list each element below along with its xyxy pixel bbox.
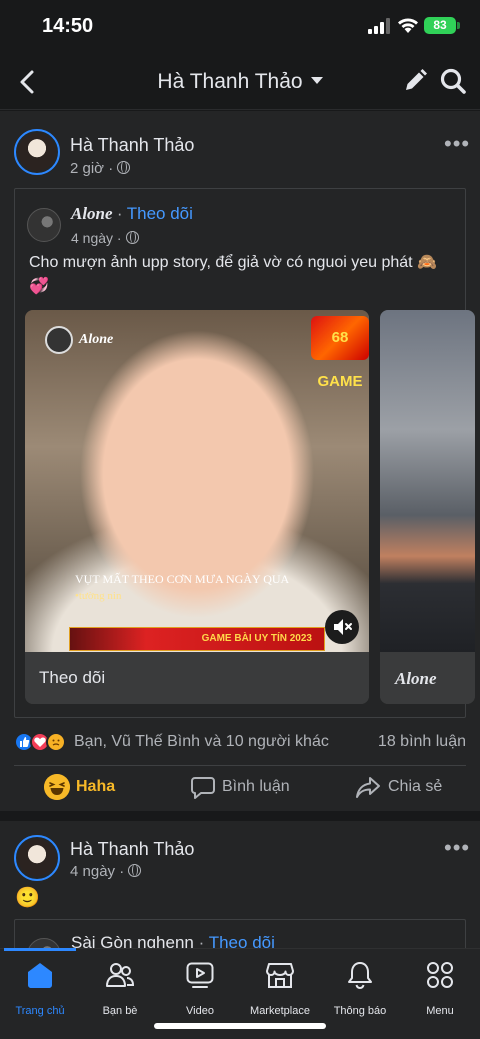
watermark-avatar — [45, 326, 73, 354]
post-time: 2 giờ — [70, 160, 105, 177]
shared-post-time: 4 ngày — [71, 230, 114, 246]
story-card[interactable]: Alone — [380, 310, 475, 704]
pencil-icon[interactable] — [402, 68, 428, 94]
battery-cap — [457, 22, 460, 29]
story-card-footer[interactable]: Alone — [380, 652, 475, 704]
story-author-name[interactable]: Alone — [395, 669, 437, 689]
more-options-icon[interactable]: ••• — [444, 131, 470, 157]
comment-bubble-icon — [191, 777, 215, 799]
divider — [14, 765, 466, 766]
story-card[interactable]: Alone 68 GAME VỤT MẤT THEO CƠN MƯA NGÀY … — [25, 310, 369, 704]
post-text-emoji: 🙂 — [15, 887, 40, 909]
post-author-name[interactable]: Hà Thanh Thảo — [70, 839, 194, 860]
shared-post-meta: 4 ngày · — [71, 230, 139, 246]
haha-emoji-icon — [44, 774, 70, 800]
tab-label: Video — [186, 1005, 214, 1017]
tab-label: Trang chủ — [15, 1005, 65, 1017]
shared-author-avatar[interactable] — [27, 208, 61, 242]
share-button[interactable]: Chia sẻ — [355, 773, 455, 803]
active-tab-indicator — [4, 948, 76, 951]
top-nav: Hà Thanh Thảo — [0, 54, 480, 110]
haha-button[interactable]: Haha — [44, 773, 154, 803]
tab-label: Bạn bè — [102, 1005, 138, 1017]
caret-down-icon — [310, 77, 323, 84]
status-time: 14:50 — [42, 15, 94, 37]
video-icon — [186, 962, 214, 988]
tab-menu[interactable]: Menu — [400, 959, 480, 1019]
battery-indicator: 83 — [424, 17, 456, 34]
profile-title: Hà Thanh Thảo — [157, 70, 303, 93]
watermark-name: Alone — [79, 332, 114, 347]
home-icon — [28, 963, 52, 988]
post-meta: 2 giờ · — [70, 160, 131, 177]
globe-icon — [125, 231, 139, 244]
tab-notifications[interactable]: Thông báo — [320, 959, 400, 1019]
image-caption: VỤT MẤT THEO CƠN MƯA NGÀY QUA — [75, 572, 290, 586]
ad-banner: GAME BÀI UY TÍN 2023 — [69, 627, 325, 651]
share-label: Chia sẻ — [388, 778, 443, 795]
speaker-muted-icon — [334, 619, 352, 635]
shared-post-text: Cho mượn ảnh upp story, để giả vờ có ngu… — [29, 254, 437, 295]
comment-count[interactable]: 18 bình luận — [378, 733, 466, 751]
comment-label: Bình luận — [222, 778, 290, 795]
tab-friends[interactable]: Bạn bè — [80, 959, 160, 1019]
status-bar: 14:50 83 — [0, 0, 480, 54]
post-author-name[interactable]: Hà Thanh Thảo — [70, 135, 194, 156]
story-image[interactable]: Alone 68 GAME VỤT MẤT THEO CƠN MƯA NGÀY … — [25, 310, 369, 652]
share-arrow-icon — [356, 777, 380, 798]
shared-author-header: Alone · Theo dõi — [71, 204, 193, 224]
comment-button[interactable]: Bình luận — [190, 773, 310, 803]
reaction-summary[interactable]: Bạn, Vũ Thế Bình và 10 người khác — [74, 733, 329, 751]
haha-label: Haha — [76, 778, 116, 795]
post-card: Hà Thanh Thảo 4 ngày · ••• 🙂 Sài Gòn ngh… — [0, 821, 480, 972]
shared-post[interactable]: Alone · Theo dõi 4 ngày · Cho mượn ảnh u… — [14, 188, 475, 718]
bell-icon — [348, 962, 372, 989]
tab-video[interactable]: Video — [160, 959, 240, 1019]
home-indicator — [154, 1023, 326, 1029]
author-avatar[interactable] — [14, 835, 60, 881]
signal-icon — [368, 18, 390, 34]
follow-button[interactable]: Theo dõi — [39, 668, 105, 688]
care-reaction-icon — [46, 732, 66, 752]
tab-marketplace[interactable]: Marketplace — [240, 959, 320, 1019]
game-logo-badge: 68 GAME — [311, 316, 369, 390]
post-card: Hà Thanh Thảo 2 giờ · ••• Alone · Theo d… — [0, 111, 480, 811]
mute-button[interactable] — [325, 610, 359, 644]
post-meta: 4 ngày · — [70, 863, 142, 880]
story-card-footer[interactable]: Theo dõi — [25, 652, 369, 704]
story-image[interactable] — [380, 310, 475, 652]
image-caption-credit: •tường nin — [75, 590, 122, 602]
globe-icon — [117, 161, 131, 174]
globe-icon — [128, 864, 142, 877]
wifi-icon — [398, 18, 418, 33]
tab-label: Marketplace — [250, 1005, 310, 1017]
marketplace-icon — [266, 963, 294, 988]
tab-label: Thông báo — [333, 1005, 387, 1017]
search-icon[interactable] — [439, 67, 467, 95]
separator-dot: · — [116, 204, 123, 223]
author-avatar[interactable] — [14, 129, 60, 175]
post-time: 4 ngày — [70, 863, 116, 880]
follow-link[interactable]: Theo dõi — [127, 204, 193, 223]
shared-author-name[interactable]: Alone — [71, 204, 113, 223]
tab-home[interactable]: Trang chủ — [0, 959, 80, 1019]
friends-icon — [106, 963, 134, 987]
tab-label: Menu — [426, 1005, 454, 1017]
menu-grid-icon — [427, 962, 453, 988]
more-options-icon[interactable]: ••• — [444, 835, 470, 861]
